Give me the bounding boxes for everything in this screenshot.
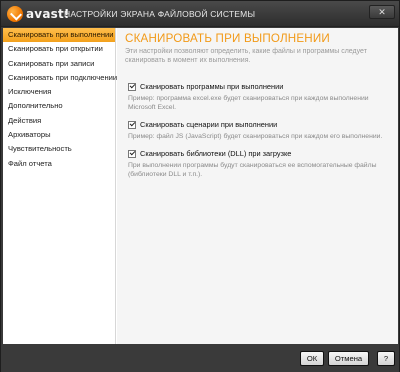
scan-programs-checkbox[interactable]	[128, 82, 136, 91]
ok-button[interactable]: ОК	[300, 351, 324, 366]
main-panel: СКАНИРОВАТЬ ПРИ ВЫПОЛНЕНИИ Эти настройки…	[117, 28, 398, 344]
option-scan-libraries: Сканировать библиотеки (DLL) при загрузк…	[128, 149, 390, 179]
avast-logo: avast!	[7, 5, 70, 23]
scan-libraries-checkbox[interactable]	[128, 149, 136, 158]
sidebar-item-advanced[interactable]: Дополнительно	[3, 99, 115, 113]
sidebar-item-scan-on-execute[interactable]: Сканировать при выполнении	[3, 28, 115, 43]
sidebar-item-scan-on-write[interactable]: Сканировать при записи	[3, 57, 115, 71]
sidebar-item-actions[interactable]: Действия	[3, 114, 115, 128]
sidebar-item-scan-on-attach[interactable]: Сканировать при подключении	[3, 71, 117, 85]
settings-window: avast! НАСТРОЙКИ ЭКРАНА ФАЙЛОВОЙ СИСТЕМЫ…	[0, 0, 400, 372]
scan-programs-hint: Пример: программа excel.exe будет сканир…	[128, 95, 369, 111]
sidebar-item-report-file[interactable]: Файл отчета	[3, 157, 115, 171]
cancel-button[interactable]: Отмена	[328, 351, 369, 366]
page-title: СКАНИРОВАТЬ ПРИ ВЫПОЛНЕНИИ	[125, 32, 330, 45]
page-description: Эти настройки позволяют определить, каки…	[125, 48, 367, 64]
close-button[interactable]: ✕	[369, 5, 395, 19]
scan-libraries-label[interactable]: Сканировать библиотеки (DLL) при загрузк…	[140, 149, 291, 158]
scan-scripts-checkbox[interactable]	[128, 120, 136, 129]
avast-logo-icon	[7, 6, 23, 22]
scan-scripts-hint: Пример: файл JS (JavaScript) будет скани…	[128, 133, 383, 140]
option-scan-programs: Сканировать программы при выполнении При…	[128, 82, 390, 112]
sidebar-item-packers[interactable]: Архиваторы	[3, 128, 115, 142]
help-button[interactable]: ?	[377, 351, 395, 366]
sidebar: Сканировать при выполнении Сканировать п…	[3, 28, 117, 344]
window-title: НАСТРОЙКИ ЭКРАНА ФАЙЛОВОЙ СИСТЕМЫ	[64, 9, 256, 19]
sidebar-item-sensitivity[interactable]: Чувствительность	[3, 142, 115, 156]
footer-bar: ОК Отмена ?	[1, 345, 399, 372]
title-bar: avast! НАСТРОЙКИ ЭКРАНА ФАЙЛОВОЙ СИСТЕМЫ…	[1, 1, 399, 27]
content-area: Сканировать при выполнении Сканировать п…	[3, 28, 398, 344]
scan-libraries-hint: При выполнении программы будут сканирова…	[128, 162, 377, 178]
option-scan-scripts: Сканировать сценарии при выполнении Прим…	[128, 120, 390, 141]
scan-scripts-label[interactable]: Сканировать сценарии при выполнении	[140, 120, 277, 129]
sidebar-item-exclusions[interactable]: Исключения	[3, 85, 115, 99]
scan-programs-label[interactable]: Сканировать программы при выполнении	[140, 82, 283, 91]
sidebar-item-scan-on-open[interactable]: Сканировать при открытии	[3, 42, 115, 56]
